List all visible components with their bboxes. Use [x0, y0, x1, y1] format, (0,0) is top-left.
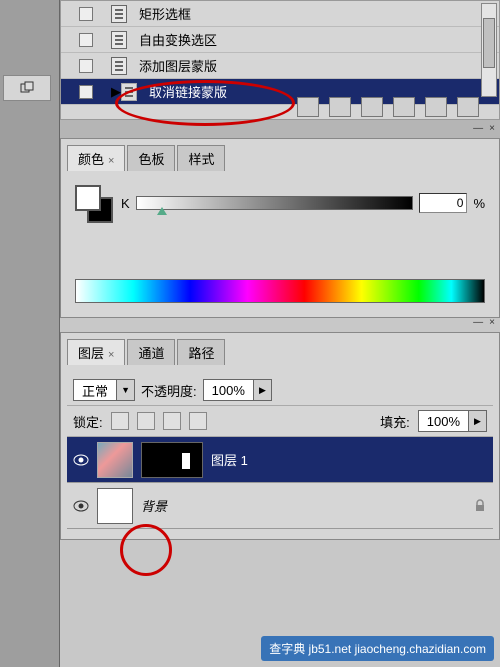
trash-icon[interactable] [457, 97, 479, 117]
close-tab-icon[interactable]: × [108, 155, 114, 167]
action-label: 自由变换选区 [139, 30, 217, 49]
layer-row-selected[interactable]: 图层 1 [67, 437, 493, 483]
checkbox-icon[interactable] [79, 7, 93, 21]
checkbox-icon[interactable] [79, 59, 93, 73]
folder-icon[interactable] [393, 97, 415, 117]
expand-arrow-icon[interactable]: ▶ [111, 84, 121, 100]
lock-icon [473, 499, 487, 513]
minimize-icon[interactable]: — [473, 317, 483, 328]
tab-paths[interactable]: 路径 [177, 339, 225, 365]
scrollbar-thumb[interactable] [483, 18, 495, 68]
action-label: 矩形选框 [139, 4, 191, 23]
dock-toggle[interactable] [3, 75, 51, 101]
action-item[interactable]: 添加图层蒙版 [61, 53, 499, 79]
opacity-input[interactable]: 100%▶ [203, 379, 272, 401]
play-icon[interactable] [361, 97, 383, 117]
checkbox-icon[interactable] [79, 33, 93, 47]
lock-label: 锁定: [73, 412, 103, 431]
record-icon[interactable] [329, 97, 351, 117]
tab-styles[interactable]: 样式 [177, 145, 225, 171]
foreground-swatch[interactable] [75, 185, 101, 211]
k-slider[interactable] [136, 196, 414, 210]
close-icon[interactable]: × [489, 123, 495, 134]
layer-thumbnail[interactable] [97, 488, 133, 524]
action-item[interactable]: 矩形选框 [61, 1, 499, 27]
spectrum-picker[interactable] [75, 279, 485, 303]
stop-icon[interactable] [297, 97, 319, 117]
tab-color[interactable]: 颜色× [67, 145, 125, 171]
visibility-eye-icon[interactable] [73, 454, 89, 466]
action-label: 添加图层蒙版 [139, 56, 217, 75]
chevron-down-icon[interactable]: ▼ [116, 380, 134, 400]
fill-label: 填充: [380, 412, 410, 431]
unit-label: % [473, 196, 485, 211]
layer-row[interactable]: 背景 [67, 483, 493, 529]
action-label: 取消链接蒙版 [149, 82, 227, 101]
checkbox-icon[interactable] [79, 85, 93, 99]
color-panel: —× 颜色× 色板 样式 K % [60, 138, 500, 318]
lock-paint-icon[interactable] [137, 412, 155, 430]
scrollbar[interactable] [481, 3, 497, 97]
opacity-label: 不透明度: [141, 381, 197, 400]
document-icon [111, 57, 127, 75]
layer-name[interactable]: 背景 [141, 496, 167, 515]
layer-mask-thumbnail[interactable] [141, 442, 203, 478]
blend-mode-dropdown[interactable]: 正常▼ [73, 379, 135, 401]
channel-label: K [121, 196, 130, 211]
lock-position-icon[interactable] [163, 412, 181, 430]
visibility-eye-icon[interactable] [73, 500, 89, 512]
layer-name[interactable]: 图层 1 [211, 450, 248, 469]
lock-all-icon[interactable] [189, 412, 207, 430]
close-tab-icon[interactable]: × [108, 349, 114, 361]
minimize-icon[interactable]: — [473, 123, 483, 134]
lock-transparency-icon[interactable] [111, 412, 129, 430]
watermark: 查字典 jb51.net jiaocheng.chazidian.com [261, 636, 494, 661]
chevron-right-icon[interactable]: ▶ [468, 411, 486, 431]
layer-thumbnail[interactable] [97, 442, 133, 478]
fg-bg-swatches[interactable] [75, 185, 115, 221]
slider-thumb-icon[interactable] [157, 207, 167, 215]
new-icon[interactable] [425, 97, 447, 117]
close-icon[interactable]: × [489, 317, 495, 328]
chevron-right-icon[interactable]: ▶ [253, 380, 271, 400]
tab-layers[interactable]: 图层× [67, 339, 125, 365]
action-item[interactable]: 自由变换选区 [61, 27, 499, 53]
document-icon [121, 83, 137, 101]
document-icon [111, 31, 127, 49]
document-icon [111, 5, 127, 23]
k-value-input[interactable] [419, 193, 467, 213]
tab-channels[interactable]: 通道 [127, 339, 175, 365]
layers-panel: —× 图层× 通道 路径 正常▼ 不透明度: 100%▶ 锁定: 填充: 100… [60, 332, 500, 540]
fill-input[interactable]: 100%▶ [418, 410, 487, 432]
actions-panel: 矩形选框 自由变换选区 添加图层蒙版 ▶ 取消链接蒙版 [60, 0, 500, 120]
tab-swatches[interactable]: 色板 [127, 145, 175, 171]
